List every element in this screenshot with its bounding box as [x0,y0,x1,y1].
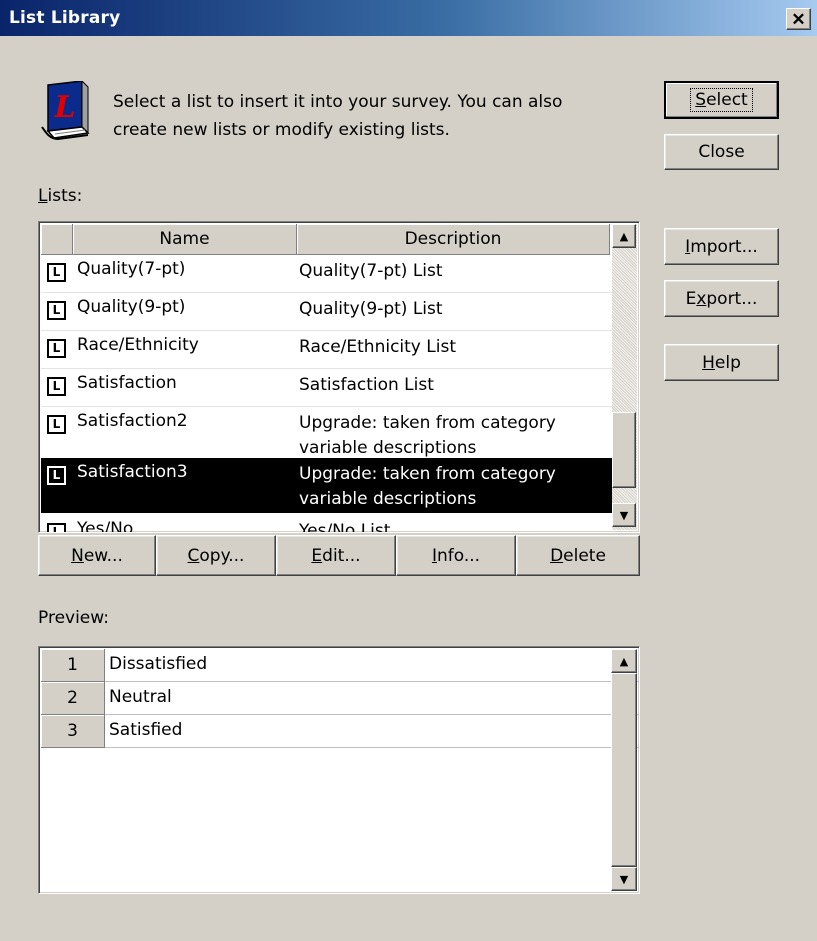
list-row-satisfaction2[interactable]: L Satisfaction2 Upgrade: taken from cate… [41,407,612,458]
list-icon: L [47,415,66,434]
new-list-button[interactable]: New... [38,535,156,576]
lists-label: Lists: [38,186,83,206]
arrow-up-icon: ▲ [619,654,629,668]
select-button[interactable]: Select [664,81,779,119]
list-row-description: Quality(7-pt) List [299,261,443,281]
header-icon-column [41,224,73,255]
help-button[interactable]: Help [664,344,779,381]
info-list-button[interactable]: Info... [396,535,516,576]
list-row-description: Quality(9-pt) List [299,299,443,319]
preview-row-number: 3 [41,715,105,748]
list-row-name: Satisfaction [77,373,177,393]
list-row-description: Race/Ethnicity List [299,337,456,357]
window-title: List Library [9,8,121,28]
list-icon: L [47,339,66,358]
copy-list-button[interactable]: Copy... [156,535,276,576]
list-row-name: Quality(7-pt) [77,259,186,279]
lists-table[interactable]: Name Description L Quality(7-pt) Quality… [38,221,640,533]
list-row-name: Satisfaction2 [77,411,188,431]
list-row-name: Yes/No [77,519,134,533]
import-button[interactable]: Import... [664,228,779,265]
list-row-description: Yes/No List [299,521,391,533]
list-library-dialog: List Library ✕ L Select a list to insert… [0,0,817,941]
arrow-down-icon: ▼ [619,508,629,522]
arrow-up-icon: ▲ [619,229,629,243]
list-row-description: Upgrade: taken from category variable de… [299,464,556,509]
export-button[interactable]: Export... [664,280,779,317]
preview-scroll-thumb[interactable] [611,673,637,867]
preview-scrollbar[interactable]: ▲ ▼ [611,649,637,891]
close-button[interactable]: Close [664,134,779,170]
list-icon: L [47,263,66,282]
preview-row-value: Dissatisfied [105,649,639,682]
title-bar: List Library ✕ [0,0,817,36]
list-icon: L [47,301,66,320]
book-icon: L [41,81,90,141]
delete-list-button[interactable]: Delete [516,535,640,576]
preview-row-number: 2 [41,682,105,715]
list-row-satisfaction3-selected[interactable]: L Satisfaction3 Upgrade: taken from cate… [41,458,612,513]
scroll-up-button[interactable]: ▲ [612,224,636,248]
list-row-description: Satisfaction List [299,375,434,395]
list-icon: L [47,466,66,485]
header-name[interactable]: Name [73,224,297,255]
list-row-race-ethnicity[interactable]: L Race/Ethnicity Race/Ethnicity List [41,331,612,368]
close-window-button[interactable]: ✕ [786,8,811,30]
intro-line-2: create new lists or modify existing list… [113,120,450,140]
scroll-down-button[interactable]: ▼ [612,503,636,527]
list-row-yes-no[interactable]: L Yes/No Yes/No List [41,515,612,533]
list-icon: L [47,523,66,532]
list-row-quality-7pt[interactable]: L Quality(7-pt) Quality(7-pt) List [41,255,612,292]
lists-scrollbar[interactable]: ▲ ▼ [612,224,637,530]
header-description[interactable]: Description [297,224,610,255]
preview-scroll-down-button[interactable]: ▼ [611,867,637,891]
preview-scroll-up-button[interactable]: ▲ [611,649,637,673]
svg-text:L: L [53,90,75,125]
list-row-name: Race/Ethnicity [77,335,199,355]
list-row-satisfaction[interactable]: L Satisfaction Satisfaction List [41,369,612,406]
preview-grid[interactable]: 1 Dissatisfied 2 Neutral 3 Satisfied ▲ ▼ [38,646,640,894]
intro-line-1: Select a list to insert it into your sur… [113,92,563,112]
edit-list-button[interactable]: Edit... [276,535,396,576]
preview-label: Preview: [38,608,109,628]
list-row-name: Quality(9-pt) [77,297,186,317]
arrow-down-icon: ▼ [619,872,629,886]
preview-row-value: Neutral [105,682,639,715]
list-row-quality-9pt[interactable]: L Quality(9-pt) Quality(9-pt) List [41,293,612,330]
close-icon: ✕ [791,9,806,29]
scroll-thumb[interactable] [612,412,636,488]
preview-row-value: Satisfied [105,715,639,748]
list-row-name: Satisfaction3 [77,462,188,482]
list-row-description: Upgrade: taken from category variable de… [299,413,556,458]
preview-row-number: 1 [41,649,105,682]
intro-text: Select a list to insert it into your sur… [113,88,633,144]
list-icon: L [47,377,66,396]
